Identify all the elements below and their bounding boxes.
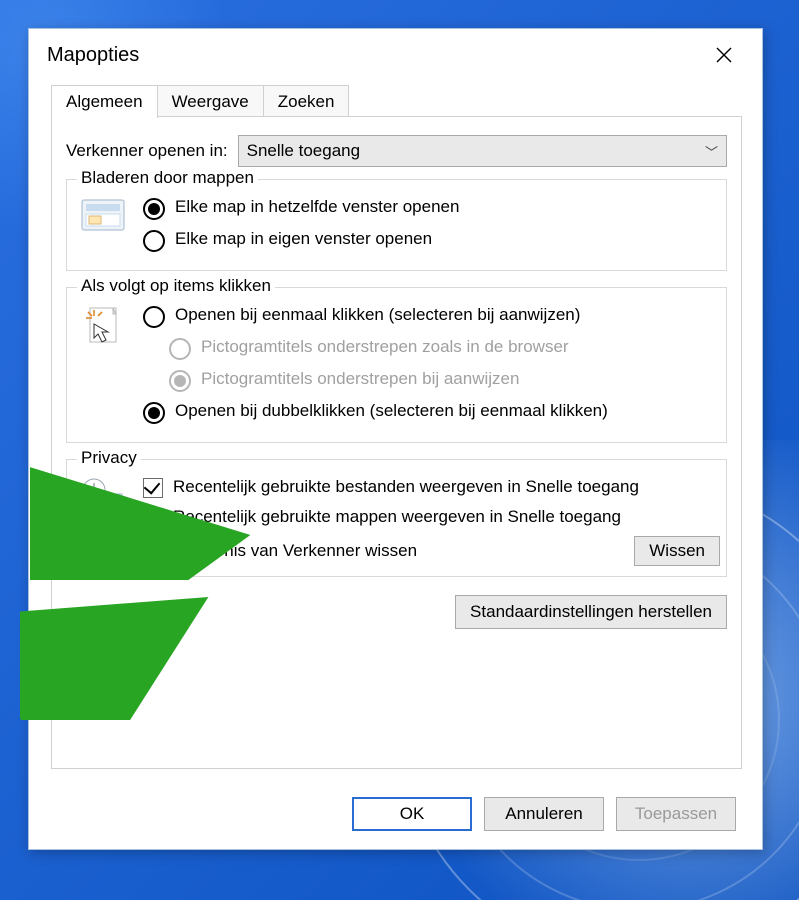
radio-icon [169,370,191,392]
browse-icon [75,192,131,260]
privacy-icon [75,472,131,566]
restore-defaults-button[interactable]: Standaardinstellingen herstellen [455,595,727,629]
dialog-button-row: OK Annuleren Toepassen [29,797,762,831]
radio-own-window[interactable]: Elke map in eigen venster openen [143,228,720,252]
radio-icon [143,198,165,220]
radio-underline-point: Pictogramtitels onderstrepen bij aanwijz… [169,368,720,392]
click-icon [75,300,131,432]
open-in-value: Snelle toegang [247,141,360,161]
apply-button[interactable]: Toepassen [616,797,736,831]
ok-button[interactable]: OK [352,797,472,831]
close-button[interactable] [694,29,754,81]
close-icon [715,46,733,64]
check-recent-folders[interactable]: Recentelijk gebruikte mappen weergeven i… [143,506,720,528]
tab-panel-general: Verkenner openen in: Snelle toegang ﹀ Bl… [51,117,742,769]
radio-single-click[interactable]: Openen bij eenmaal klikken (selecteren b… [143,304,720,328]
tab-search[interactable]: Zoeken [263,85,350,117]
chevron-down-icon: ﹀ [705,142,718,161]
restore-defaults-row: Standaardinstellingen herstellen [66,595,727,629]
checkbox-icon [143,508,163,528]
tab-view[interactable]: Weergave [157,85,264,117]
clear-history-button[interactable]: Wissen [634,536,720,566]
radio-icon [143,402,165,424]
open-in-row: Verkenner openen in: Snelle toegang ﹀ [66,135,727,167]
radio-double-click[interactable]: Openen bij dubbelklikken (selecteren bij… [143,400,720,424]
group-click-items: Als volgt op items klikken [66,287,727,443]
group-privacy-legend: Privacy [77,448,141,468]
radio-icon [169,338,191,360]
radio-underline-browser: Pictogramtitels onderstrepen zoals in de… [169,336,720,360]
tabbar: Algemeen Weergave Zoeken [29,81,762,117]
titlebar: Mapopties [29,29,762,81]
radio-icon [143,306,165,328]
radio-icon [143,230,165,252]
window-title: Mapopties [47,44,694,67]
group-browse-legend: Bladeren door mappen [77,168,258,188]
clear-history-row: Geschiedenis van Verkenner wissen Wissen [143,536,720,566]
folder-options-dialog: Mapopties Algemeen Weergave Zoeken Verke… [28,28,763,850]
check-recent-files[interactable]: Recentelijk gebruikte bestanden weergeve… [143,476,720,498]
checkbox-icon [143,478,163,498]
clear-history-label: Geschiedenis van Verkenner wissen [143,540,417,561]
radio-same-window[interactable]: Elke map in hetzelfde venster openen [143,196,720,220]
open-in-label: Verkenner openen in: [66,141,228,161]
open-in-combo[interactable]: Snelle toegang ﹀ [238,135,727,167]
group-browse-folders: Bladeren door mappen Elke map in hetzelf… [66,179,727,271]
group-privacy: Privacy [66,459,727,577]
cancel-button[interactable]: Annuleren [484,797,604,831]
tab-general[interactable]: Algemeen [51,85,158,118]
group-click-legend: Als volgt op items klikken [77,276,275,296]
